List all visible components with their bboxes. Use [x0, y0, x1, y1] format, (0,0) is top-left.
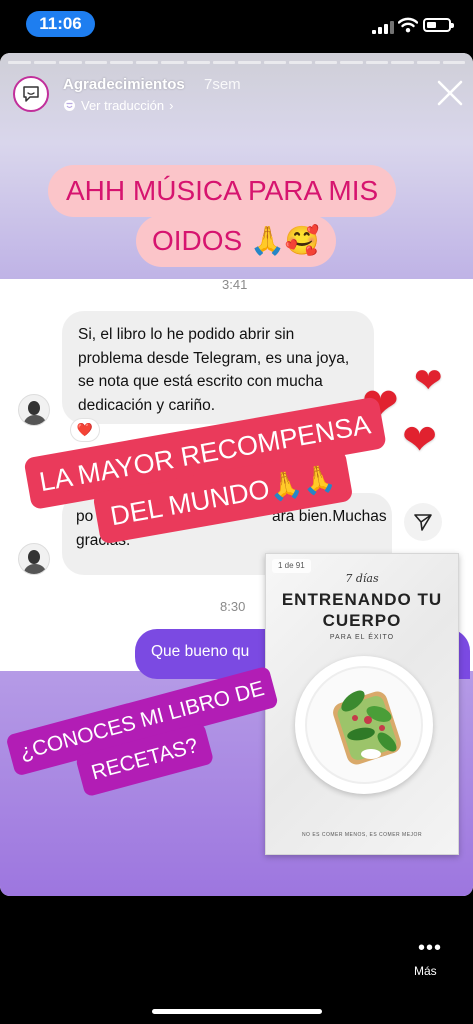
story-progress-bar — [8, 61, 466, 64]
more-button[interactable]: ••• Más — [408, 932, 448, 982]
cellular-signal-icon — [372, 20, 394, 34]
more-label: Más — [414, 964, 437, 978]
chat-timestamp: 3:41 — [222, 277, 248, 292]
paper-plane-icon — [414, 514, 432, 531]
progress-segment — [59, 61, 82, 64]
speech-bubble-icon — [23, 86, 39, 102]
progress-segment — [8, 61, 31, 64]
more-icon: ••• — [418, 937, 443, 959]
sticker-line-2: OIDOS 🙏🥰 — [136, 215, 336, 267]
book-subtitle: PARA EL ÉXITO — [329, 634, 395, 641]
chat-timestamp: 8:30 — [220, 599, 246, 614]
progress-segment — [391, 61, 414, 64]
story-viewer[interactable]: Agradecimientos 7sem Ver traducción › AH… — [0, 53, 473, 896]
close-icon — [437, 80, 463, 106]
progress-segment — [365, 61, 389, 64]
page-indicator: 1 de 91 — [272, 559, 311, 573]
translate-link[interactable]: Ver traducción › — [63, 96, 173, 114]
progress-segment — [442, 61, 466, 64]
sender-avatar — [18, 394, 50, 426]
account-avatar[interactable] — [13, 76, 49, 112]
share-button[interactable] — [404, 503, 442, 541]
progress-segment — [417, 61, 440, 64]
chevron-right-icon: › — [169, 97, 174, 113]
translate-label: Ver traducción — [81, 97, 165, 113]
progress-segment — [33, 61, 57, 64]
progress-segment — [135, 61, 159, 64]
account-name[interactable]: Agradecimientos — [63, 76, 185, 93]
heart-reaction: ❤️ — [70, 418, 100, 442]
book-title: ENTRENANDO TU — [281, 590, 443, 609]
progress-segment — [340, 61, 363, 64]
progress-segment — [212, 61, 236, 64]
post-age: 7sem — [204, 76, 241, 93]
progress-segment — [84, 61, 108, 64]
status-bar: 11:06 — [0, 0, 473, 50]
progress-segment — [263, 61, 287, 64]
progress-segment — [314, 61, 338, 64]
sticker-line-1: AHH MÚSICA PARA MIS — [48, 165, 397, 217]
progress-segment — [110, 61, 133, 64]
heart-sticker: ❤ — [414, 362, 443, 400]
progress-segment — [238, 61, 261, 64]
progress-segment — [186, 61, 210, 64]
battery-icon — [423, 18, 454, 32]
home-indicator[interactable] — [152, 1009, 322, 1014]
sticker-music-to-my-ears: AHH MÚSICA PARA MIS OIDOS 🙏🥰 — [48, 165, 426, 267]
food-plate-image — [295, 656, 433, 794]
book-script-text: 7 días — [345, 572, 379, 585]
close-button[interactable] — [436, 79, 464, 107]
progress-segment — [161, 61, 184, 64]
translate-icon — [64, 99, 75, 111]
status-time[interactable]: 11:06 — [26, 11, 95, 37]
book-title: CUERPO — [322, 611, 402, 630]
progress-segment — [289, 61, 312, 64]
wifi-icon — [397, 17, 419, 33]
book-tagline: NO ES COMER MENOS, ES COMER MEJOR — [301, 832, 423, 838]
